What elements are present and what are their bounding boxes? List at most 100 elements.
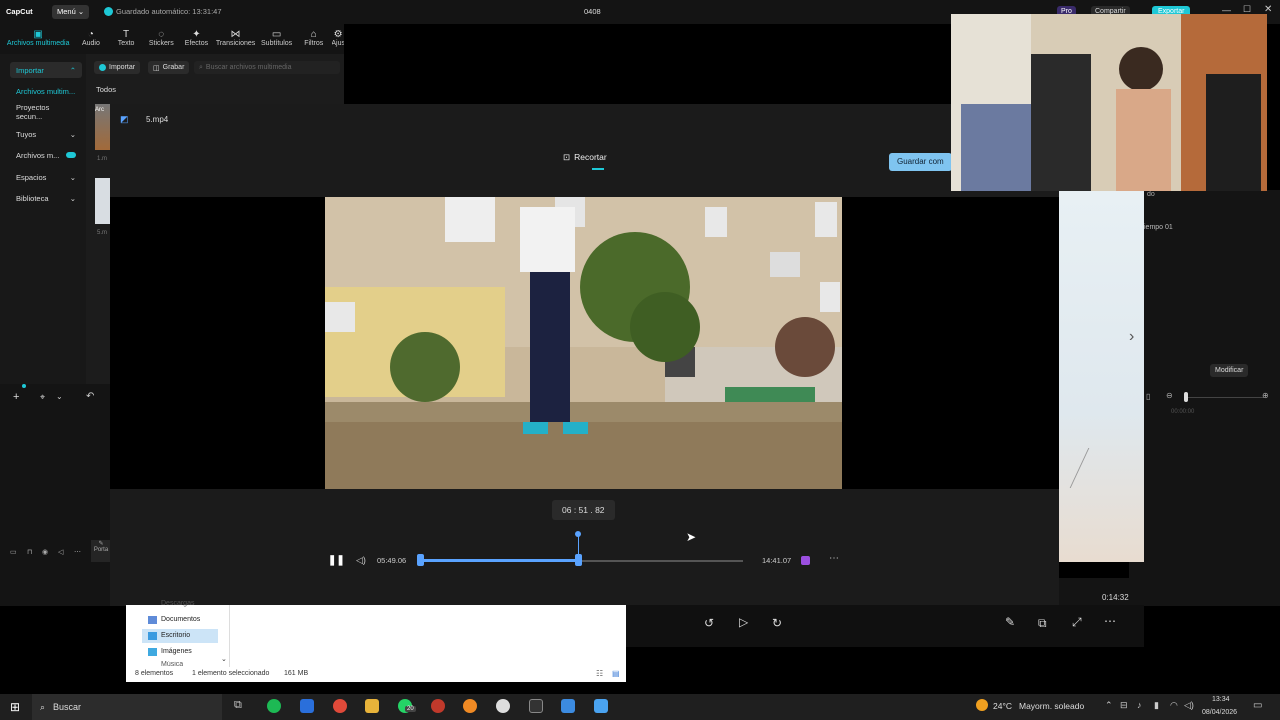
- save-button[interactable]: Guardar com: [889, 153, 952, 171]
- sidebar-item-files[interactable]: Archivos m...: [10, 147, 82, 163]
- scroll-down-icon[interactable]: ⌄: [221, 655, 227, 663]
- media-player-icon[interactable]: [496, 699, 510, 713]
- split-icon[interactable]: ▯: [1146, 392, 1150, 401]
- media-thumbnail[interactable]: Arc: [95, 104, 110, 150]
- zoom-slider-handle[interactable]: [1184, 392, 1188, 402]
- tool-adjust[interactable]: ⚙ Ajus: [332, 30, 344, 48]
- clock-date[interactable]: 08/04/2026: [1202, 709, 1237, 716]
- premium-icon[interactable]: [801, 556, 810, 565]
- tool-media[interactable]: ▣ Archivos multimedia: [4, 30, 72, 48]
- app-red-icon[interactable]: [431, 699, 445, 713]
- zoom-out-icon[interactable]: ⊖: [1166, 391, 1173, 400]
- folder-icon[interactable]: [365, 699, 379, 713]
- app-orange-icon[interactable]: [463, 699, 477, 713]
- explorer-nav: Descargas Documentos Escritorio Imágenes…: [126, 600, 230, 667]
- chevron-right-icon[interactable]: ›: [1129, 328, 1134, 346]
- tray-mic-icon[interactable]: ♪: [1137, 700, 1142, 710]
- toggle-icon[interactable]: [66, 152, 76, 158]
- nav-item-music[interactable]: Música: [161, 661, 183, 667]
- capcut-icon[interactable]: [529, 699, 543, 713]
- text-icon: T: [123, 29, 130, 40]
- sidebar-item-label: Importar: [16, 65, 44, 75]
- play-icon[interactable]: ▷: [739, 615, 748, 629]
- menu-button[interactable]: Menú ⌄: [52, 5, 90, 19]
- notifications-icon[interactable]: ▭: [1253, 700, 1262, 711]
- windows-taskbar: ⊞ ⌕ Buscar: [0, 694, 1280, 720]
- record-button[interactable]: ◫ Grabar: [148, 61, 190, 74]
- spotify-icon[interactable]: [267, 699, 281, 713]
- trim-tab[interactable]: ⊡ Recortar: [563, 152, 607, 163]
- chevron-down-icon[interactable]: ⌄: [56, 392, 63, 401]
- fullscreen-icon[interactable]: ⤢: [1072, 615, 1082, 630]
- tray-chevron-icon[interactable]: ⌃: [1105, 700, 1113, 711]
- photos-icon[interactable]: [561, 699, 575, 713]
- tool-audio[interactable]: ◔ Audio: [74, 30, 107, 48]
- rewind-10-icon[interactable]: ↺: [704, 616, 714, 630]
- tool-text[interactable]: T Texto: [110, 30, 143, 48]
- forward-30-icon[interactable]: ↻: [772, 616, 782, 630]
- volume-icon[interactable]: ◁): [356, 555, 366, 566]
- sidebar-item-label: Archivos m...: [16, 150, 60, 160]
- clock-time[interactable]: 13:34: [1212, 696, 1230, 703]
- chrome-icon[interactable]: [333, 699, 347, 713]
- playhead-handle[interactable]: [575, 554, 583, 566]
- details-view-icon[interactable]: ☷: [596, 669, 603, 678]
- modify-button[interactable]: Modificar: [1210, 364, 1249, 377]
- tray-battery-icon[interactable]: ▮: [1154, 700, 1159, 711]
- mute-icon[interactable]: ◁: [58, 548, 63, 556]
- more-options-icon[interactable]: ⋯: [829, 553, 839, 564]
- cover-button[interactable]: ✎ Porta: [91, 540, 111, 562]
- tiles-view-icon[interactable]: ▤: [612, 669, 620, 678]
- track-icon[interactable]: ▭: [10, 548, 17, 556]
- tool-transitions[interactable]: ⋈ Transiciones: [215, 30, 256, 48]
- search-input[interactable]: ⌕ Buscar archivos multimedia: [194, 61, 340, 74]
- add-icon[interactable]: +: [13, 391, 19, 403]
- sidebar-item-yours[interactable]: Tuyos ⌄: [10, 126, 82, 142]
- tool-subtitles[interactable]: ▭ Subtítulos: [258, 30, 295, 48]
- sidebar-item-media-files[interactable]: Archivos multim...: [10, 83, 82, 99]
- nav-item-desktop[interactable]: Escritorio: [161, 632, 190, 639]
- nav-item-downloads[interactable]: Descargas: [161, 600, 194, 607]
- nav-item-images[interactable]: Imágenes: [161, 648, 192, 655]
- sidebar-item-spaces[interactable]: Espacios ⌄: [10, 169, 82, 185]
- sidebar-item-import[interactable]: Importar ⌃: [10, 62, 82, 78]
- folder-icon: [148, 616, 157, 624]
- more-icon[interactable]: ⋯: [74, 548, 81, 556]
- app-active-icon[interactable]: [594, 699, 608, 713]
- tray-volume-icon[interactable]: ◁): [1184, 700, 1194, 711]
- tool-effects[interactable]: ✦ Efectos: [180, 30, 213, 48]
- more-icon[interactable]: ⋯: [1104, 614, 1116, 628]
- nav-item-documents[interactable]: Documentos: [161, 616, 200, 623]
- app-blue-icon[interactable]: [300, 699, 314, 713]
- edit-icon[interactable]: ✎: [1005, 615, 1015, 629]
- taskbar-search[interactable]: ⌕ Buscar: [32, 694, 222, 720]
- task-view-icon[interactable]: ⧉: [234, 699, 248, 713]
- tray-wifi-icon[interactable]: ◠: [1170, 700, 1178, 711]
- record-label: Grabar: [162, 64, 185, 71]
- pointer-tool-icon[interactable]: ⌖: [40, 392, 45, 403]
- lock-icon[interactable]: ⊓: [27, 548, 32, 556]
- eye-icon[interactable]: ◉: [42, 548, 48, 556]
- media-thumbnail[interactable]: [95, 178, 110, 224]
- filter-all-tab[interactable]: Todos: [96, 85, 116, 94]
- project-title[interactable]: 0408: [584, 7, 601, 16]
- start-time: 05:49.06: [377, 556, 407, 565]
- trim-start-handle[interactable]: [417, 554, 424, 566]
- weather-temp[interactable]: 24°C: [993, 701, 1012, 711]
- status-size: 161 MB: [284, 670, 309, 677]
- sidebar-item-library[interactable]: Biblioteca ⌄: [10, 190, 82, 206]
- zoom-in-icon[interactable]: ⊕: [1262, 391, 1269, 400]
- import-button[interactable]: Importar: [94, 61, 141, 74]
- tool-stickers[interactable]: ◌ Stickers: [145, 30, 178, 48]
- undo-icon[interactable]: ↶: [86, 391, 94, 402]
- picture-in-picture-icon[interactable]: ⧉: [1038, 616, 1047, 631]
- windows-start-icon[interactable]: ⊞: [10, 700, 20, 714]
- tool-filters[interactable]: ⌂ Filtros: [297, 30, 330, 48]
- sidebar-item-secondary-projects[interactable]: Proyectos secun...: [10, 103, 82, 121]
- zoom-slider-track[interactable]: [1184, 397, 1264, 398]
- app-logo: CapCut: [6, 7, 33, 16]
- pause-icon[interactable]: ❚❚: [328, 555, 345, 566]
- weather-desc[interactable]: Mayorm. soleado: [1019, 701, 1084, 711]
- tray-network-icon[interactable]: ⊟: [1120, 700, 1128, 711]
- playhead-dot[interactable]: [575, 531, 582, 537]
